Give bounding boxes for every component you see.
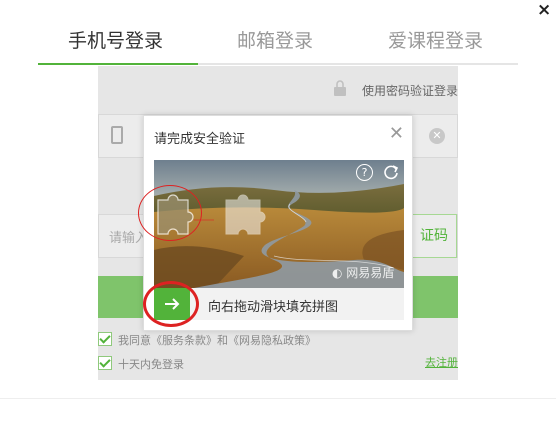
close-icon[interactable]: ×	[537, 1, 551, 19]
watermark-logo-icon: ◐	[332, 266, 347, 280]
watermark-text: 网易易盾	[346, 266, 395, 280]
captcha-title: 请完成安全验证	[154, 132, 246, 147]
tab-active-indicator	[38, 63, 198, 65]
annotation-circle-handle	[143, 281, 199, 327]
watermark: ◐ 网易易盾	[332, 264, 394, 281]
get-code-button[interactable]: 证码	[407, 214, 457, 258]
remember-label: 十天内免登录	[118, 358, 184, 371]
help-icon[interactable]: ?	[356, 164, 373, 181]
slider-hint: 向右拖动滑块填充拼图	[208, 300, 339, 315]
tab-phone-login[interactable]: 手机号登录	[68, 26, 163, 56]
annotation-circle-piece	[138, 185, 202, 241]
tab-email-login[interactable]: 邮箱登录	[237, 26, 313, 56]
password-login-link[interactable]: 使用密码验证登录	[362, 82, 458, 99]
phone-icon	[111, 126, 123, 144]
remember-checkbox[interactable]	[98, 356, 112, 370]
tab-icourse-login[interactable]: 爱课程登录	[388, 26, 483, 56]
refresh-icon[interactable]	[382, 163, 400, 181]
agree-checkbox[interactable]	[98, 332, 112, 346]
register-link[interactable]: 去注册	[425, 354, 458, 370]
agree-terms-label: 我同意《服务条款》和《网易隐私政策》	[118, 334, 316, 347]
lock-icon	[334, 80, 346, 96]
remember-row: 十天内免登录	[98, 356, 184, 372]
agree-terms-row: 我同意《服务条款》和《网易隐私政策》	[98, 332, 316, 348]
clear-icon[interactable]: ✕	[429, 128, 445, 144]
bottom-divider	[0, 398, 556, 399]
captcha-close-icon[interactable]: ✕	[389, 125, 404, 143]
login-tabs: 手机号登录 邮箱登录 爱课程登录	[38, 26, 518, 66]
